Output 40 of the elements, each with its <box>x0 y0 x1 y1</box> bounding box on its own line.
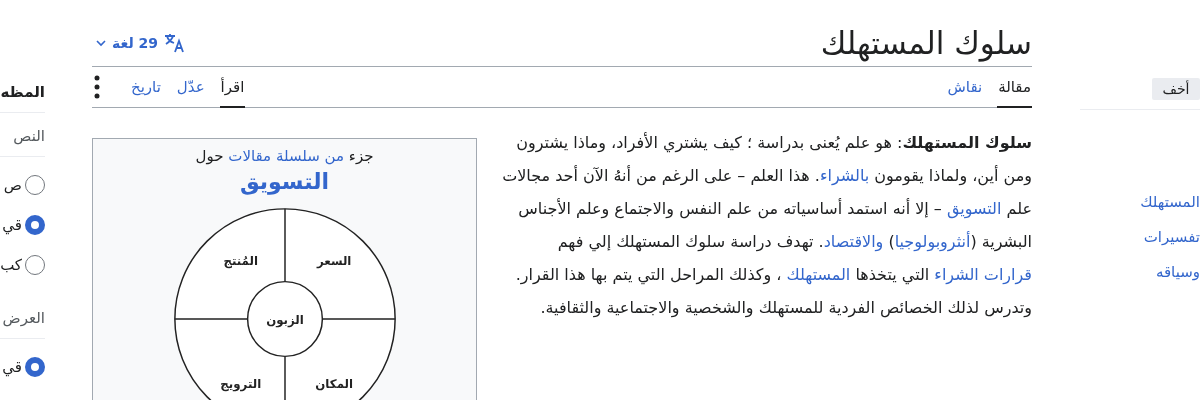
radio-option[interactable]: كب <box>0 245 45 285</box>
section-heading: العرض <box>0 295 45 339</box>
article-link[interactable]: التسويق <box>946 199 1002 218</box>
translate-icon <box>164 33 186 53</box>
radio-icon[interactable] <box>25 175 45 195</box>
article-link[interactable]: أنثروبولوجيا <box>894 232 971 251</box>
section-heading: النص <box>0 113 45 157</box>
namespace-tab[interactable]: نقاش <box>946 67 984 108</box>
view-tab[interactable]: اقرأ <box>219 67 246 108</box>
radio-icon[interactable] <box>25 215 45 235</box>
radio-option[interactable]: قي <box>2 347 45 387</box>
radio-icon[interactable] <box>25 357 45 377</box>
article-link[interactable]: بالشراء <box>819 166 870 185</box>
page-title: سلوك المستهلك <box>820 24 1032 64</box>
article-link[interactable]: والاقتصاد <box>823 232 884 251</box>
series-link[interactable]: من سلسلة مقالات <box>228 147 345 165</box>
more-menu-icon[interactable] <box>94 75 100 99</box>
panel-title: المظه <box>0 82 45 103</box>
radio-icon[interactable] <box>25 255 45 275</box>
hide-button[interactable]: أخف <box>1152 78 1200 100</box>
view-tab[interactable]: تاريخ <box>130 67 162 108</box>
namespace-tab[interactable]: مقالة <box>997 67 1032 108</box>
diagram-label: السعر <box>316 253 351 268</box>
languages-button[interactable]: 29 لغة <box>92 33 190 53</box>
view-tab[interactable]: عدّل <box>175 67 206 108</box>
diagram-label: المكان <box>314 376 353 391</box>
diagram-label: المُنتج <box>223 253 258 268</box>
radio-option[interactable]: قي <box>2 205 45 245</box>
diagram-label: الزبون <box>265 312 304 327</box>
infobox-caption: جزء من سلسلة مقالات حول <box>195 146 374 167</box>
radio-option[interactable]: ص <box>3 165 45 205</box>
toc-link[interactable]: وسياقه <box>1080 262 1200 283</box>
toc-link[interactable]: تفسيرات <box>1080 227 1200 248</box>
diagram-label: الترويج <box>219 376 261 391</box>
article-paragraph: سلوك المستهلك: هو علم يُعنى بدراسة ؛ كيف يشتري الأفراد، وماذا يشترون ومن أين، ولماذا يقومون بالشراء. هذا العلم – على الرغم من أنهُ الآن أحد مجالات علم التسويق – إلا أنه استمد أساسياته من علم النفس والاجتماع وعلم الأجناس البشرية (أنثروبولوجيا) والاقتصاد. تهدف دراسة سلوك المستهلك إلي فهم قرارات الشراء التي يتخذها المستهلك ، وكذلك المراحل التي يتم بها هذا القرار. وتدرس لذلك الخصائص الفردية للمستهلك والشخصية والاجتماعية والثقافية. <box>501 131 1032 320</box>
article-link[interactable]: المستهلك <box>786 265 851 284</box>
toc-link[interactable]: المستهلك <box>1080 192 1200 213</box>
article-link[interactable]: قرارات الشراء <box>934 265 1032 284</box>
chevron-down-icon <box>96 39 106 47</box>
infobox-title-link[interactable]: التسويق <box>239 167 330 197</box>
